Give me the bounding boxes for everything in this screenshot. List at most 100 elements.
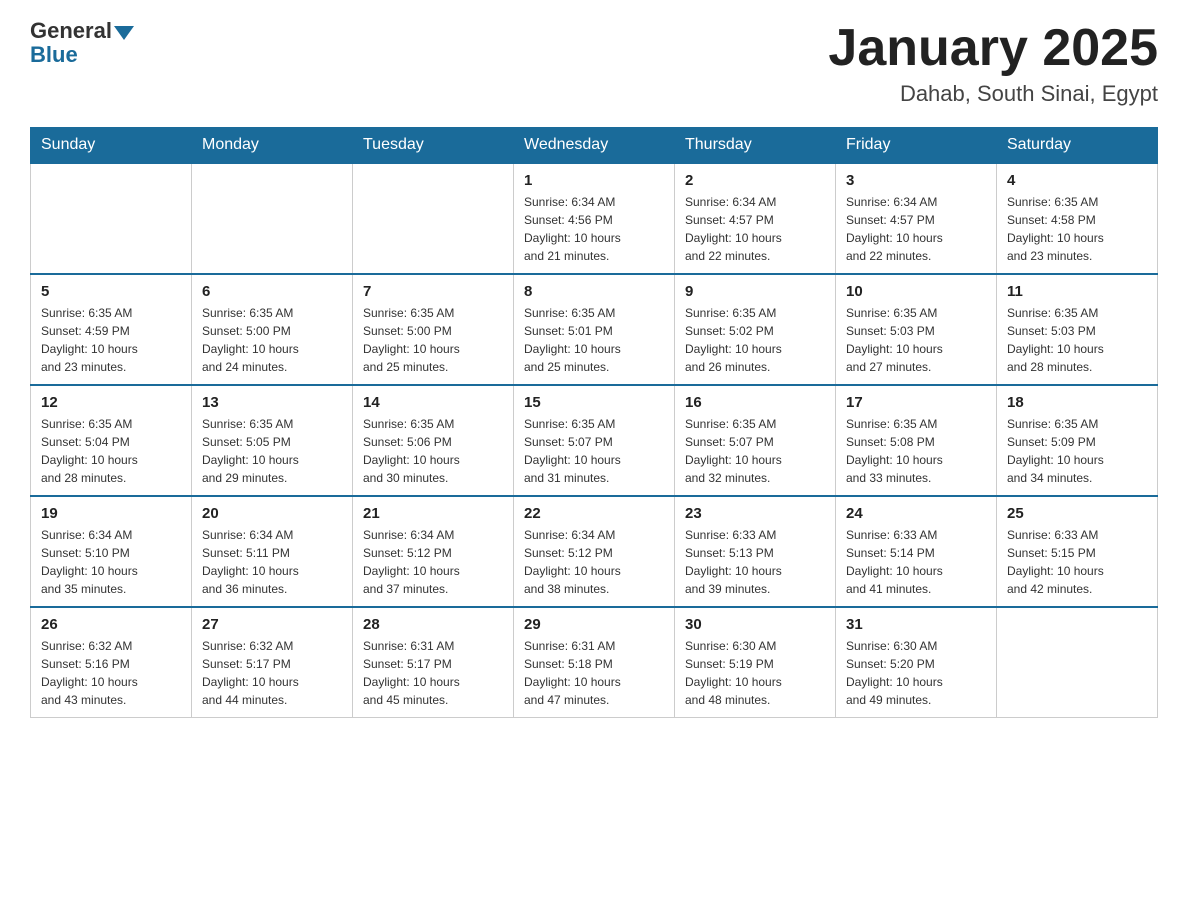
day-number: 18 xyxy=(1007,394,1147,411)
day-info: Sunrise: 6:34 AM Sunset: 5:10 PM Dayligh… xyxy=(41,526,181,598)
calendar-cell: 30Sunrise: 6:30 AM Sunset: 5:19 PM Dayli… xyxy=(675,607,836,718)
day-info: Sunrise: 6:35 AM Sunset: 5:03 PM Dayligh… xyxy=(1007,304,1147,376)
location-subtitle: Dahab, South Sinai, Egypt xyxy=(828,81,1158,107)
day-number: 5 xyxy=(41,283,181,300)
calendar-cell: 4Sunrise: 6:35 AM Sunset: 4:58 PM Daylig… xyxy=(997,163,1158,274)
week-row-1: 1 Sunrise: 6:34 AM Sunset: 4:56 PM Daylig… xyxy=(31,163,1158,274)
weekday-header-tuesday: Tuesday xyxy=(353,128,514,164)
day-info: Sunrise: 6:35 AM Sunset: 5:05 PM Dayligh… xyxy=(202,415,342,487)
day-number: 28 xyxy=(363,616,503,633)
day-info: Sunrise: 6:30 AM Sunset: 5:20 PM Dayligh… xyxy=(846,637,986,709)
day-number: 15 xyxy=(524,394,664,411)
day-number: 1 xyxy=(524,172,664,189)
calendar-cell: 1 Sunrise: 6:34 AM Sunset: 4:56 PM Daylig… xyxy=(514,163,675,274)
day-number: 29 xyxy=(524,616,664,633)
calendar-cell: 24 Sunrise: 6:33 AM Sunset: 5:14 PM Dayli… xyxy=(836,496,997,607)
weekday-header-sunday: Sunday xyxy=(31,128,192,164)
weekday-header-row: SundayMondayTuesdayWednesdayThursdayFrid… xyxy=(31,128,1158,164)
day-number: 31 xyxy=(846,616,986,633)
day-number: 23 xyxy=(685,505,825,522)
day-number: 27 xyxy=(202,616,342,633)
week-row-4: 19 Sunrise: 6:34 AM Sunset: 5:10 PM Dayli… xyxy=(31,496,1158,607)
day-info: Sunrise: 6:35 AM Sunset: 5:08 PM Dayligh… xyxy=(846,415,986,487)
day-number: 22 xyxy=(524,505,664,522)
day-info: Sunrise: 6:35 AM Sunset: 5:01 PM Dayligh… xyxy=(524,304,664,376)
day-info: Sunrise: 6:35 AM Sunset: 5:00 PM Dayligh… xyxy=(363,304,503,376)
day-info: Sunrise: 6:35 AM Sunset: 5:07 PM Dayligh… xyxy=(524,415,664,487)
day-info: Sunrise: 6:32 AM Sunset: 5:17 PM Dayligh… xyxy=(202,637,342,709)
calendar-cell: 5 Sunrise: 6:35 AM Sunset: 4:59 PM Daylig… xyxy=(31,274,192,385)
calendar-cell: 9Sunrise: 6:35 AM Sunset: 5:02 PM Daylig… xyxy=(675,274,836,385)
day-number: 6 xyxy=(202,283,342,300)
day-info: Sunrise: 6:34 AM Sunset: 5:11 PM Dayligh… xyxy=(202,526,342,598)
day-info: Sunrise: 6:35 AM Sunset: 5:07 PM Dayligh… xyxy=(685,415,825,487)
month-title: January 2025 xyxy=(828,20,1158,77)
calendar-cell: 13 Sunrise: 6:35 AM Sunset: 5:05 PM Dayli… xyxy=(192,385,353,496)
calendar-cell: 8 Sunrise: 6:35 AM Sunset: 5:01 PM Daylig… xyxy=(514,274,675,385)
day-number: 8 xyxy=(524,283,664,300)
day-number: 2 xyxy=(685,172,825,189)
logo-arrow-icon xyxy=(114,26,134,40)
weekday-header-thursday: Thursday xyxy=(675,128,836,164)
calendar-cell xyxy=(31,163,192,274)
day-info: Sunrise: 6:34 AM Sunset: 5:12 PM Dayligh… xyxy=(524,526,664,598)
day-info: Sunrise: 6:35 AM Sunset: 5:04 PM Dayligh… xyxy=(41,415,181,487)
day-info: Sunrise: 6:34 AM Sunset: 5:12 PM Dayligh… xyxy=(363,526,503,598)
week-row-3: 12 Sunrise: 6:35 AM Sunset: 5:04 PM Dayli… xyxy=(31,385,1158,496)
calendar-cell xyxy=(192,163,353,274)
calendar-cell: 3 Sunrise: 6:34 AM Sunset: 4:57 PM Daylig… xyxy=(836,163,997,274)
day-info: Sunrise: 6:35 AM Sunset: 5:02 PM Dayligh… xyxy=(685,304,825,376)
day-number: 25 xyxy=(1007,505,1147,522)
day-number: 12 xyxy=(41,394,181,411)
day-number: 21 xyxy=(363,505,503,522)
day-number: 3 xyxy=(846,172,986,189)
calendar-cell xyxy=(353,163,514,274)
calendar-cell: 10 Sunrise: 6:35 AM Sunset: 5:03 PM Dayli… xyxy=(836,274,997,385)
day-number: 19 xyxy=(41,505,181,522)
calendar-cell: 18 Sunrise: 6:35 AM Sunset: 5:09 PM Dayli… xyxy=(997,385,1158,496)
calendar-cell: 29Sunrise: 6:31 AM Sunset: 5:18 PM Dayli… xyxy=(514,607,675,718)
day-info: Sunrise: 6:31 AM Sunset: 5:17 PM Dayligh… xyxy=(363,637,503,709)
calendar-cell: 22 Sunrise: 6:34 AM Sunset: 5:12 PM Dayli… xyxy=(514,496,675,607)
calendar-cell: 20 Sunrise: 6:34 AM Sunset: 5:11 PM Dayli… xyxy=(192,496,353,607)
day-number: 10 xyxy=(846,283,986,300)
day-info: Sunrise: 6:35 AM Sunset: 5:03 PM Dayligh… xyxy=(846,304,986,376)
calendar-cell: 17Sunrise: 6:35 AM Sunset: 5:08 PM Dayli… xyxy=(836,385,997,496)
day-number: 26 xyxy=(41,616,181,633)
day-info: Sunrise: 6:35 AM Sunset: 5:00 PM Dayligh… xyxy=(202,304,342,376)
weekday-header-wednesday: Wednesday xyxy=(514,128,675,164)
day-number: 14 xyxy=(363,394,503,411)
day-info: Sunrise: 6:34 AM Sunset: 4:56 PM Dayligh… xyxy=(524,193,664,265)
calendar-cell: 23Sunrise: 6:33 AM Sunset: 5:13 PM Dayli… xyxy=(675,496,836,607)
calendar-cell: 28 Sunrise: 6:31 AM Sunset: 5:17 PM Dayli… xyxy=(353,607,514,718)
day-info: Sunrise: 6:35 AM Sunset: 5:09 PM Dayligh… xyxy=(1007,415,1147,487)
calendar-table: SundayMondayTuesdayWednesdayThursdayFrid… xyxy=(30,127,1158,718)
week-row-5: 26Sunrise: 6:32 AM Sunset: 5:16 PM Dayli… xyxy=(31,607,1158,718)
calendar-cell: 11Sunrise: 6:35 AM Sunset: 5:03 PM Dayli… xyxy=(997,274,1158,385)
logo: General Blue xyxy=(30,20,136,68)
day-number: 16 xyxy=(685,394,825,411)
day-number: 24 xyxy=(846,505,986,522)
calendar-cell: 16 Sunrise: 6:35 AM Sunset: 5:07 PM Dayli… xyxy=(675,385,836,496)
day-number: 13 xyxy=(202,394,342,411)
calendar-cell: 14Sunrise: 6:35 AM Sunset: 5:06 PM Dayli… xyxy=(353,385,514,496)
calendar-cell: 6 Sunrise: 6:35 AM Sunset: 5:00 PM Daylig… xyxy=(192,274,353,385)
calendar-cell: 19 Sunrise: 6:34 AM Sunset: 5:10 PM Dayli… xyxy=(31,496,192,607)
day-info: Sunrise: 6:33 AM Sunset: 5:14 PM Dayligh… xyxy=(846,526,986,598)
weekday-header-monday: Monday xyxy=(192,128,353,164)
calendar-cell: 2Sunrise: 6:34 AM Sunset: 4:57 PM Daylig… xyxy=(675,163,836,274)
day-info: Sunrise: 6:34 AM Sunset: 4:57 PM Dayligh… xyxy=(846,193,986,265)
day-info: Sunrise: 6:35 AM Sunset: 4:59 PM Dayligh… xyxy=(41,304,181,376)
calendar-cell: 7Sunrise: 6:35 AM Sunset: 5:00 PM Daylig… xyxy=(353,274,514,385)
title-area: January 2025 Dahab, South Sinai, Egypt xyxy=(828,20,1158,107)
logo-general-text: General xyxy=(30,20,112,42)
calendar-cell: 27 Sunrise: 6:32 AM Sunset: 5:17 PM Dayli… xyxy=(192,607,353,718)
calendar-cell: 21 Sunrise: 6:34 AM Sunset: 5:12 PM Dayli… xyxy=(353,496,514,607)
page-header: General Blue January 2025 Dahab, South S… xyxy=(30,20,1158,107)
day-number: 20 xyxy=(202,505,342,522)
logo-blue-text: Blue xyxy=(30,42,78,68)
weekday-header-friday: Friday xyxy=(836,128,997,164)
calendar-cell: 25Sunrise: 6:33 AM Sunset: 5:15 PM Dayli… xyxy=(997,496,1158,607)
week-row-2: 5 Sunrise: 6:35 AM Sunset: 4:59 PM Daylig… xyxy=(31,274,1158,385)
calendar-cell xyxy=(997,607,1158,718)
